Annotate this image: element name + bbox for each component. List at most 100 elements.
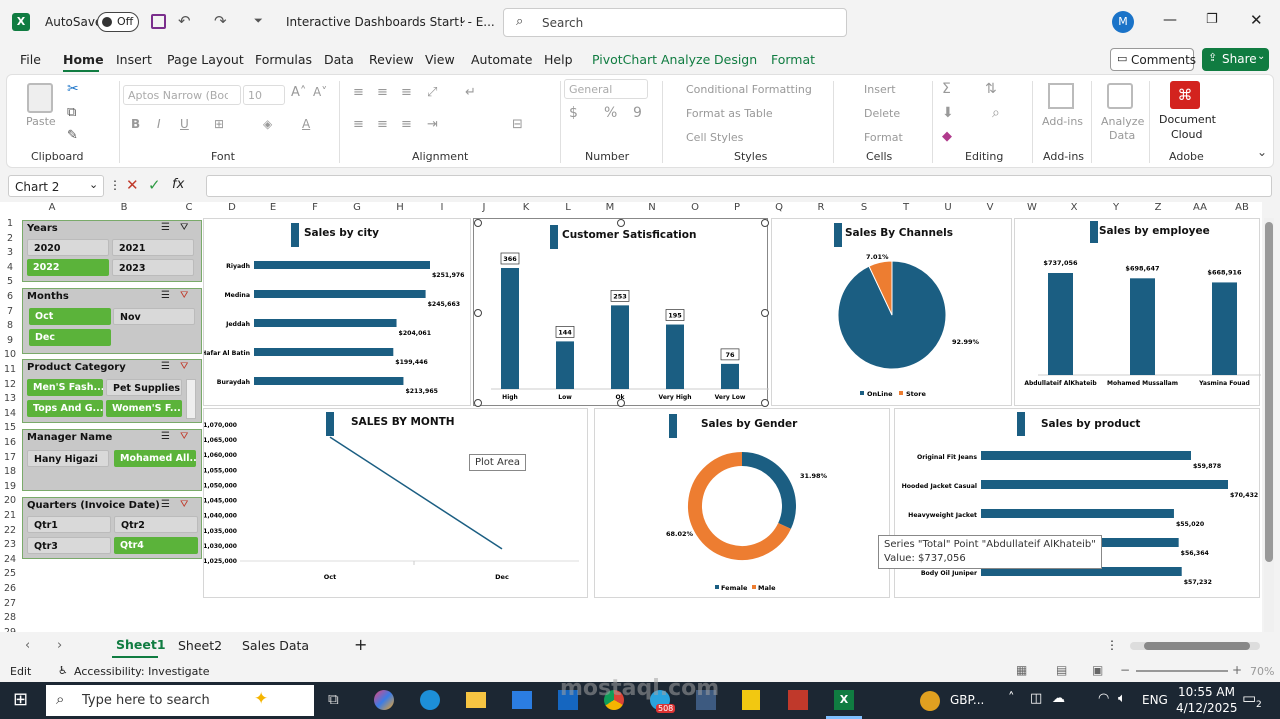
row-header[interactable]: 2 [0, 233, 20, 244]
column-header[interactable]: V [980, 202, 1000, 216]
align-left-icon[interactable]: ≡ [353, 117, 364, 132]
redo-icon[interactable]: ↷ [214, 12, 227, 30]
autosum-icon[interactable]: Σ [942, 81, 951, 97]
row-header[interactable]: 23 [0, 539, 20, 550]
add-sheet-icon[interactable]: + [354, 635, 367, 654]
row-header[interactable]: 22 [0, 525, 20, 536]
chart-sales-by-city[interactable]: Sales by city Riyadh $251,976 Medina $245,6… [203, 218, 471, 406]
worksheet-grid[interactable]: A B C D E F G H I J K L M N O P Q R S T U V W X Y Z AA AB 123456789… [0, 202, 1274, 682]
italic-icon[interactable]: I [157, 117, 161, 131]
cell-styles-button[interactable]: Cell Styles [686, 131, 743, 144]
grow-font-icon[interactable]: A˄ [291, 85, 306, 100]
slicer-item[interactable]: Dec [29, 329, 111, 346]
onedrive-icon[interactable]: ☁ [1052, 691, 1065, 706]
align-right-icon[interactable]: ≡ [401, 117, 412, 132]
bold-icon[interactable]: B [131, 117, 140, 131]
column-header[interactable]: P [727, 202, 747, 216]
multi-select-icon[interactable]: ☰ [161, 361, 170, 372]
borders-icon[interactable]: ⊞ [214, 117, 224, 131]
row-header[interactable]: 9 [0, 335, 20, 346]
collapse-ribbon-icon[interactable]: ⌄ [1257, 145, 1267, 159]
volume-icon[interactable]: 🔈︎ [1118, 691, 1126, 706]
paste-icon[interactable] [27, 83, 53, 113]
align-bottom-icon[interactable]: ≡ [401, 85, 412, 100]
column-header[interactable]: A [42, 202, 62, 216]
currency-widget-icon[interactable] [920, 691, 940, 711]
tab-format[interactable]: Format [771, 52, 815, 67]
tab-pivotchart-analyze[interactable]: PivotChart Analyze [592, 52, 710, 67]
task-view-icon[interactable]: ⧉ [328, 690, 339, 708]
zoom-slider[interactable] [1136, 670, 1228, 672]
slicer-years[interactable]: Years ☰ ⛛ 2020 2021 2022 2023 [22, 220, 202, 282]
row-header[interactable]: 4 [0, 262, 20, 273]
clock-date[interactable]: 4/12/2025 [1176, 701, 1238, 715]
column-header[interactable]: R [811, 202, 831, 216]
column-header[interactable]: AA [1190, 202, 1210, 216]
row-header[interactable]: 6 [0, 291, 20, 302]
chart-customer-satisfaction[interactable]: Customer Satisfication 366 High 144 Low 253 O… [473, 218, 769, 407]
sort-filter-icon[interactable]: ⇅ [985, 81, 997, 97]
font-color-icon[interactable]: A [302, 117, 310, 131]
sheet-tab-sales-data[interactable]: Sales Data [242, 638, 309, 653]
slicer-item[interactable]: Pet Supplies [106, 379, 182, 396]
row-header[interactable]: 21 [0, 510, 20, 521]
tab-automate[interactable]: Automate [471, 52, 532, 67]
tray-icon[interactable]: ◫ [1030, 691, 1042, 706]
zoom-level[interactable]: 70% [1250, 665, 1274, 678]
currency-widget[interactable]: GBP... [950, 693, 984, 707]
slicer-item[interactable]: Men'S Fash... [27, 379, 103, 396]
slicer-item[interactable]: 2022 [27, 259, 109, 276]
cancel-icon[interactable]: ✕ [126, 176, 139, 194]
avatar[interactable]: M [1112, 11, 1134, 33]
format-as-table-button[interactable]: Format as Table [686, 107, 773, 120]
align-top-icon[interactable]: ≡ [353, 85, 364, 100]
column-header[interactable]: T [896, 202, 916, 216]
row-header[interactable]: 10 [0, 349, 20, 360]
column-header[interactable]: M [600, 202, 620, 216]
zoom-out-icon[interactable]: − [1120, 663, 1130, 677]
chart-sales-by-product[interactable]: Sales by product Original Fit Jeans $59,8… [894, 408, 1260, 598]
find-select-icon[interactable]: ⌕ [992, 105, 1000, 121]
underline-icon[interactable]: U [180, 117, 189, 131]
store-icon[interactable] [512, 691, 532, 709]
fill-icon[interactable]: ⬇ [942, 105, 954, 121]
row-header[interactable]: 11 [0, 364, 20, 375]
save-icon[interactable] [151, 14, 166, 29]
slicer-item[interactable]: 2020 [27, 239, 109, 256]
column-header[interactable]: G [347, 202, 367, 216]
powerbi-icon[interactable] [742, 690, 760, 710]
tray-chevron-icon[interactable]: ˄ [1008, 691, 1015, 706]
clear-filter-icon[interactable]: ⛛ [180, 499, 188, 510]
shrink-font-icon[interactable]: A˅ [313, 85, 327, 99]
column-header[interactable]: I [432, 202, 452, 216]
tab-review[interactable]: Review [369, 52, 414, 67]
insert-cells-button[interactable]: Insert [864, 83, 896, 96]
formula-input[interactable] [206, 175, 1272, 197]
analyze-data-label[interactable]: Analyze [1101, 115, 1144, 128]
slicer-item[interactable]: Qtr4 [114, 537, 198, 554]
autosave-toggle[interactable]: Off [97, 12, 139, 32]
font-size-box[interactable]: 10 [243, 85, 285, 105]
tab-file[interactable]: File [20, 52, 41, 67]
network-icon[interactable]: ◠ [1098, 691, 1109, 706]
sheet-tab-sheet2[interactable]: Sheet2 [178, 638, 222, 653]
comma-icon[interactable]: 9 [633, 105, 642, 121]
row-header[interactable]: 3 [0, 247, 20, 258]
slicer-manager-name[interactable]: Manager Name ☰ ⛛ Hany Higazi Mohamed All… [22, 429, 202, 491]
prev-sheet-icon[interactable]: ‹ [25, 638, 30, 653]
clear-icon[interactable]: ◆ [942, 129, 952, 144]
row-header[interactable]: 13 [0, 393, 20, 404]
slicer-item[interactable]: Oct [29, 308, 111, 325]
search-box[interactable]: ⌕ Search [503, 8, 847, 37]
row-header[interactable]: 16 [0, 437, 20, 448]
align-middle-icon[interactable]: ≡ [377, 85, 388, 100]
tab-view[interactable]: View [425, 52, 455, 67]
row-header[interactable]: 19 [0, 481, 20, 492]
column-header[interactable]: X [1064, 202, 1084, 216]
row-header[interactable]: 1 [0, 218, 20, 229]
row-header[interactable]: 7 [0, 306, 20, 317]
column-header[interactable]: D [222, 202, 242, 216]
insert-function-icon[interactable]: fx [172, 177, 184, 192]
number-format-box[interactable]: General [564, 79, 648, 99]
column-header[interactable]: Z [1148, 202, 1168, 216]
